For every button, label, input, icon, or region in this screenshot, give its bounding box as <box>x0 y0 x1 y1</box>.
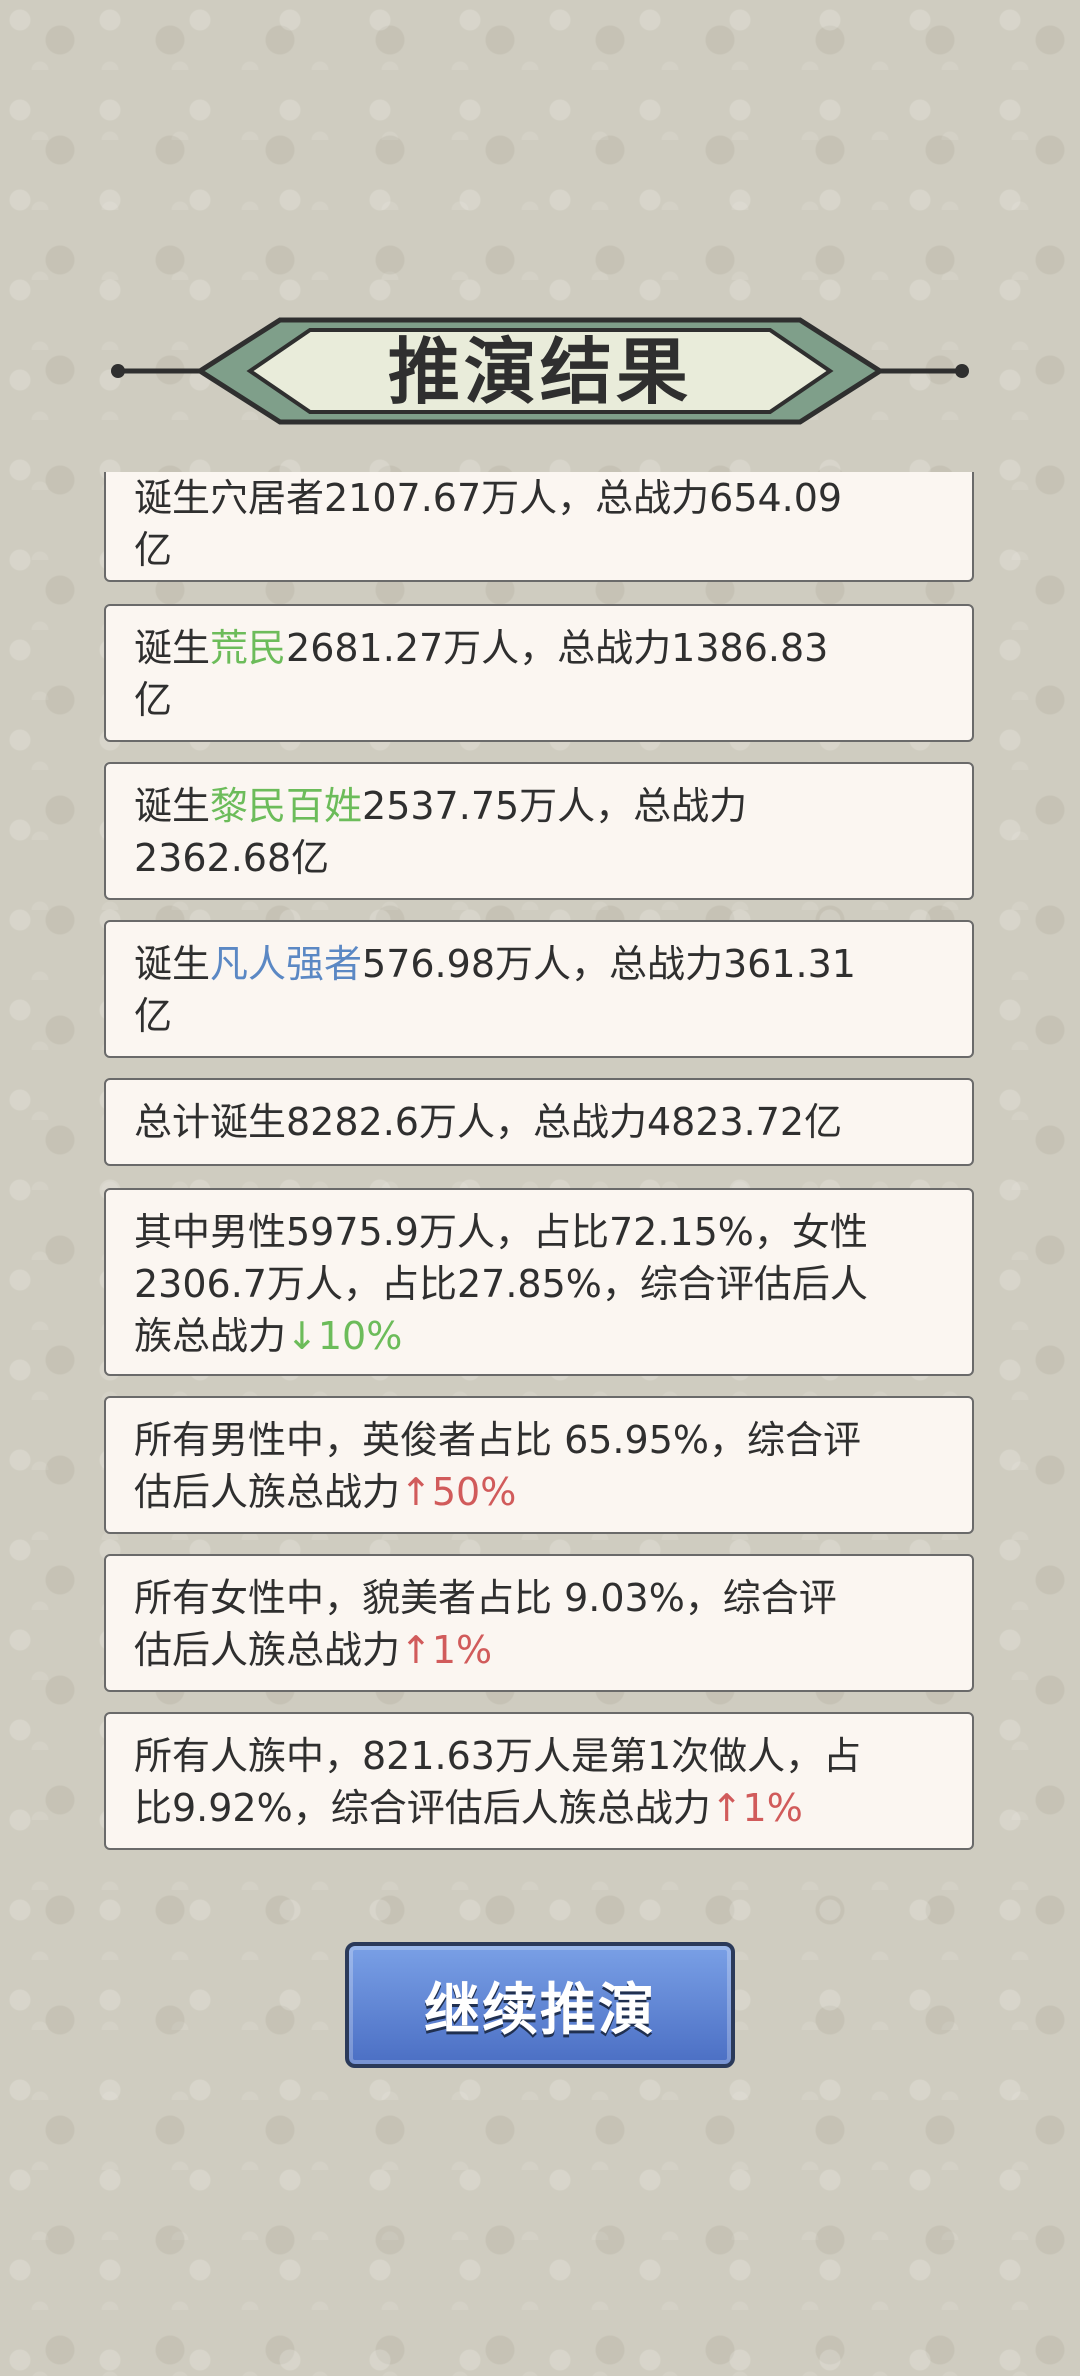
card-line: 诞生黎民百姓2537.75万人，总战力 <box>134 780 944 832</box>
card-line: 其中男性5975.9万人，占比72.15%，女性 <box>134 1210 868 1254</box>
card-line: 族总战力↓10% <box>134 1310 944 1362</box>
card-line: 诞生凡人强者576.98万人，总战力361.31 <box>134 938 944 990</box>
card-line: 估后人族总战力↑50% <box>134 1466 944 1518</box>
card-text: 诞生 <box>134 784 211 828</box>
card-line: 所有女性中，貌美者占比 9.03%，综合评 <box>134 1576 837 1620</box>
title-banner: 推演结果 <box>110 312 970 430</box>
card-text: 2681.27万人，总战力1386.83 <box>286 626 829 670</box>
change-up-indicator: ↑50% <box>400 1470 517 1514</box>
continue-button-label: 继续推演 <box>424 1977 656 2043</box>
list-item: 其中男性5975.9万人，占比72.15%，女性 2306.7万人，占比27.8… <box>104 1188 974 1376</box>
card-text: 族总战力 <box>134 1314 287 1358</box>
change-up-indicator: ↑1% <box>710 1786 803 1830</box>
card-line: 比9.92%，综合评估后人族总战力↑1% <box>134 1782 944 1834</box>
list-item: 总计诞生8282.6万人，总战力4823.72亿 <box>104 1078 974 1166</box>
change-up-indicator: ↑1% <box>400 1628 493 1672</box>
card-line: 所有人族中，821.63万人是第1次做人，占 <box>134 1734 862 1778</box>
card-line: 诞生穴居者2107.67万人，总战力654.09 <box>134 476 843 520</box>
list-item: 所有男性中，英俊者占比 65.95%，综合评 估后人族总战力↑50% <box>104 1396 974 1534</box>
continue-button[interactable]: 继续推演 <box>345 1942 735 2068</box>
card-text: 估后人族总战力 <box>134 1628 401 1672</box>
card-text: 诞生 <box>134 942 211 986</box>
list-item: 诞生穴居者2107.67万人，总战力654.09 亿 <box>104 472 974 582</box>
class-name-highlight: 荒民 <box>210 626 287 670</box>
list-item: 诞生黎民百姓2537.75万人，总战力 2362.68亿 <box>104 762 974 900</box>
card-text: 比9.92%，综合评估后人族总战力 <box>134 1786 711 1830</box>
class-name-highlight: 黎民百姓 <box>210 784 363 828</box>
list-item: 诞生凡人强者576.98万人，总战力361.31 亿 <box>104 920 974 1058</box>
card-text: 估后人族总战力 <box>134 1470 401 1514</box>
card-line: 所有男性中，英俊者占比 65.95%，综合评 <box>134 1418 861 1462</box>
card-text: 576.98万人，总战力361.31 <box>362 942 856 986</box>
change-down-indicator: ↓10% <box>286 1314 403 1358</box>
class-name-highlight: 凡人强者 <box>210 942 363 986</box>
card-line: 诞生荒民2681.27万人，总战力1386.83 <box>134 622 944 674</box>
card-line: 2306.7万人，占比27.85%，综合评估后人 <box>134 1262 868 1306</box>
list-item: 所有女性中，貌美者占比 9.03%，综合评 估后人族总战力↑1% <box>104 1554 974 1692</box>
list-item: 所有人族中，821.63万人是第1次做人，占 比9.92%，综合评估后人族总战力… <box>104 1712 974 1850</box>
card-line: 亿 <box>134 678 173 722</box>
page-title: 推演结果 <box>387 330 692 414</box>
card-line: 总计诞生8282.6万人，总战力4823.72亿 <box>134 1100 843 1144</box>
card-line: 亿 <box>134 528 173 572</box>
card-line: 亿 <box>134 994 173 1038</box>
card-line: 2362.68亿 <box>134 836 330 880</box>
card-text: 诞生 <box>134 626 211 670</box>
results-list: 诞生穴居者2107.67万人，总战力654.09 亿 诞生荒民2681.27万人… <box>104 472 976 1872</box>
card-text: 2537.75万人，总战力 <box>362 784 748 828</box>
list-item: 诞生荒民2681.27万人，总战力1386.83 亿 <box>104 604 974 742</box>
card-line: 估后人族总战力↑1% <box>134 1624 944 1676</box>
